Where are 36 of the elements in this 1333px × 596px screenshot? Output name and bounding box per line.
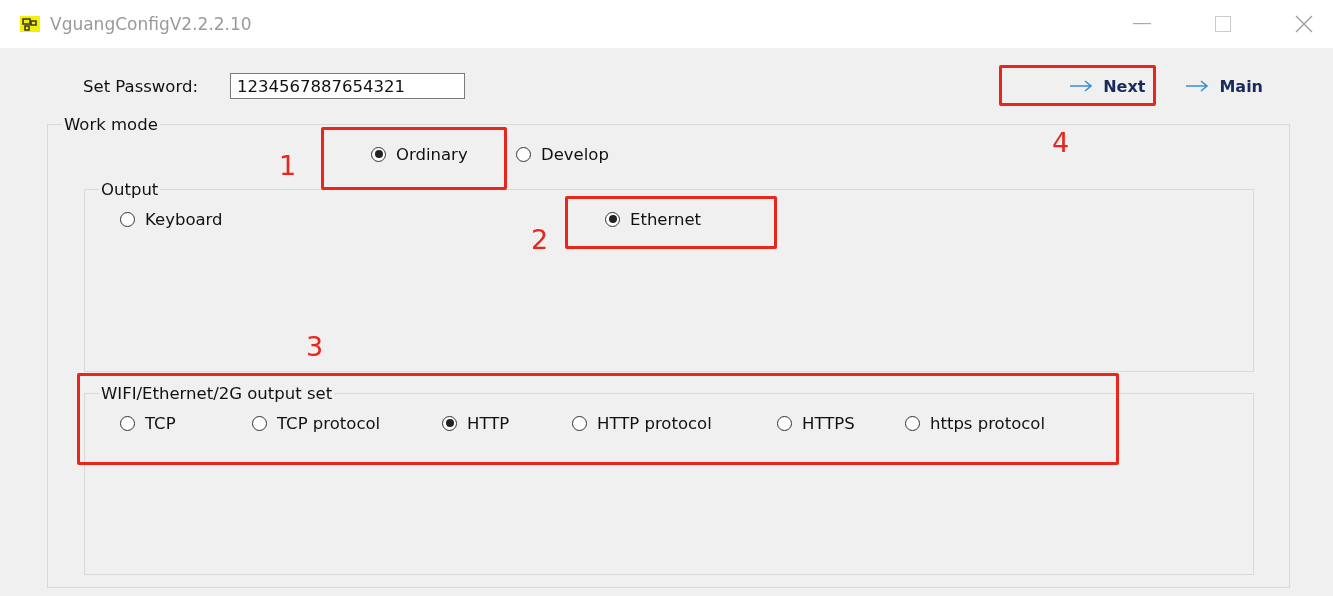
group-title: Output [100,180,160,199]
option-label: Keyboard [145,209,223,229]
option-label: HTTP protocol [597,413,712,433]
option-label: HTTP [467,413,510,433]
option-label: Develop [541,144,609,164]
nav-link[interactable]: Main [1185,76,1263,96]
group-title: WIFI/Ethernet/2G output set [100,384,334,403]
radio-button[interactable] [905,415,920,431]
option-label: Ordinary [396,144,468,164]
annotation-number: 2 [531,226,549,253]
option-label: HTTPS [802,413,855,433]
option-label: Ethernet [630,209,702,229]
option-label: TCP [145,413,176,433]
radio-button[interactable] [120,415,135,431]
option-label: https protocol [930,413,1046,433]
radio-button[interactable] [371,146,386,162]
arrow-icon [1069,80,1094,92]
radio-button[interactable] [120,211,135,227]
app-icon [20,16,40,32]
radio-button[interactable] [572,415,587,431]
radio-button[interactable] [777,415,792,431]
password-field[interactable]: 1234567887654321 [229,73,465,99]
radio-button[interactable] [516,146,531,162]
annotation-number: 1 [279,152,297,179]
password-label: Set Password: [83,76,198,96]
window-title: VguangConfigV2.2.2.10 [50,14,252,34]
annotation-number: 4 [1052,129,1070,156]
annotation-number: 3 [306,333,324,360]
radio-button[interactable] [252,415,267,431]
close-icon[interactable] [1295,15,1313,33]
radio-button[interactable] [605,211,620,227]
radio-button[interactable] [442,415,457,431]
nav-link[interactable]: Next [1069,76,1146,96]
option-label: TCP protocol [277,413,381,433]
arrow-icon [1185,80,1210,92]
group-title: Work mode [63,115,159,134]
